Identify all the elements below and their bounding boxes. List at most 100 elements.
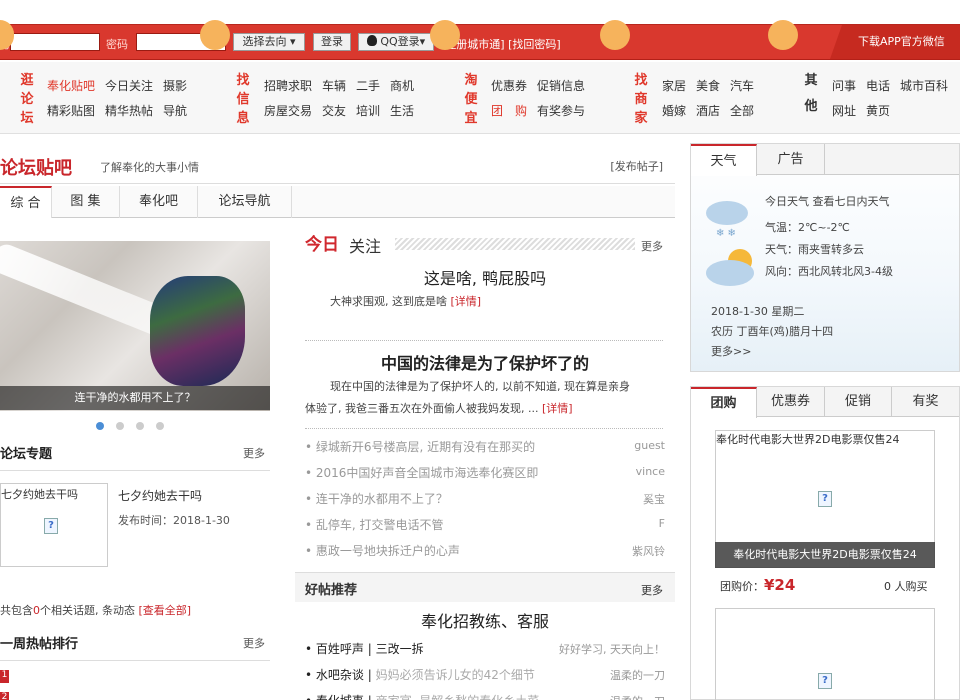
- topic-thumbnail[interactable]: 七夕约她去干吗 ?: [0, 483, 108, 567]
- details-link[interactable]: [详情]: [451, 295, 482, 308]
- category-icon: [768, 20, 798, 50]
- category-link[interactable]: 生活: [390, 102, 414, 119]
- slider-dot[interactable]: [116, 422, 124, 430]
- category-link[interactable]: 精华热帖: [105, 102, 153, 119]
- groupbuy-price: 团购价：¥24: [720, 576, 796, 594]
- category-link[interactable]: 今日关注: [105, 77, 153, 94]
- today-more-link[interactable]: 更多: [641, 238, 663, 254]
- category-link[interactable]: 问事: [832, 77, 856, 94]
- category-title[interactable]: 信: [236, 91, 250, 108]
- category-link[interactable]: 奉化贴吧: [47, 77, 95, 94]
- list-item-author: 好好学习, 天天向上！: [559, 643, 665, 656]
- broken-image-icon: ?: [44, 518, 58, 534]
- list-item-author: F: [658, 517, 665, 530]
- category-link[interactable]: 黄页: [866, 102, 890, 119]
- category-title[interactable]: 他: [804, 98, 818, 115]
- destination-select[interactable]: 选择去向 ▾: [233, 33, 305, 51]
- category-link[interactable]: 二手: [356, 77, 380, 94]
- slider-dot[interactable]: [136, 422, 144, 430]
- list-item[interactable]: • 连干净的水都用不上了？: [305, 490, 448, 507]
- category-link[interactable]: 酒店: [696, 102, 720, 119]
- category-link[interactable]: 全部: [730, 102, 754, 119]
- list-item-author: vince: [635, 465, 665, 478]
- category-title[interactable]: 坛: [20, 110, 34, 127]
- topics-more-link[interactable]: 更多: [243, 445, 265, 461]
- view-all-link[interactable]: [查看全部]: [139, 604, 192, 617]
- category-link[interactable]: 婚嫁: [662, 102, 686, 119]
- category-title[interactable]: 息: [236, 110, 250, 127]
- weekly-more-link[interactable]: 更多: [243, 635, 265, 651]
- list-item[interactable]: • 奉化城事 | 商家宴, 是解乡愁的奉化乡土菜: [305, 692, 539, 700]
- weather-line-1[interactable]: 今日天气 查看七日内天气: [765, 193, 890, 209]
- category-link[interactable]: 电话: [866, 77, 890, 94]
- category-title[interactable]: 逛: [20, 72, 34, 89]
- list-item[interactable]: • 水吧杂谈 | 妈妈必须告诉儿女的42个细节: [305, 666, 535, 683]
- category-link[interactable]: 促销信息: [537, 77, 585, 94]
- category-link[interactable]: 汽车: [730, 77, 754, 94]
- category-link[interactable]: 美食: [696, 77, 720, 94]
- category-link[interactable]: 城市百科: [900, 77, 948, 94]
- download-app-banner[interactable]: 下载APP官方微信: [830, 25, 960, 59]
- login-button[interactable]: 登录: [313, 33, 351, 51]
- list-item[interactable]: • 绿城新开6号楼高层, 近期有没有在那买的: [305, 438, 535, 455]
- list-item[interactable]: • 2016中国好声音全国城市海选奉化赛区即: [305, 464, 538, 481]
- category-link[interactable]: 导航: [163, 102, 187, 119]
- tab-general[interactable]: 综 合: [0, 186, 52, 218]
- tab-groupbuy[interactable]: 团购: [691, 387, 757, 418]
- list-item[interactable]: • 乱停车, 打交警电话不管: [305, 516, 444, 533]
- tab-forum-nav[interactable]: 论坛导航: [198, 186, 292, 218]
- good-headline[interactable]: 奉化招教练、客服: [305, 608, 665, 632]
- category-title[interactable]: 淘: [464, 72, 478, 89]
- details-link[interactable]: [详情]: [542, 402, 573, 415]
- category-title[interactable]: 家: [634, 110, 648, 127]
- slider-dot[interactable]: [156, 422, 164, 430]
- headline-2-line2: 体验了, 我爸三番五次在外面偷人被我妈发现, ... [详情]: [305, 402, 573, 415]
- category-title[interactable]: 商: [634, 91, 648, 108]
- category-link[interactable]: 团 购: [491, 102, 527, 119]
- good-posts-more[interactable]: 更多: [641, 582, 663, 598]
- rank-badge: 1: [0, 670, 9, 683]
- category-link[interactable]: 商机: [390, 77, 414, 94]
- tab-coupons[interactable]: 优惠券: [757, 387, 825, 417]
- category-link[interactable]: 车辆: [322, 77, 346, 94]
- tab-fenghua-bar[interactable]: 奉化吧: [120, 186, 198, 218]
- list-item[interactable]: • 百姓呼声 | 三改一拆: [305, 640, 424, 657]
- category-link[interactable]: 招聘求职: [264, 77, 312, 94]
- slider-dot[interactable]: [96, 422, 104, 430]
- headline-2[interactable]: 中国的法律是为了保护坏了的: [305, 350, 665, 374]
- category-title[interactable]: 找: [236, 72, 250, 89]
- category-link[interactable]: 有奖参与: [537, 102, 585, 119]
- headline-1[interactable]: 这是啥, 鸭屁股吗: [305, 265, 665, 289]
- category-title[interactable]: 论: [20, 91, 34, 108]
- category-link[interactable]: 家居: [662, 77, 686, 94]
- tab-prizes[interactable]: 有奖: [892, 387, 959, 417]
- category-title[interactable]: 其: [804, 72, 818, 89]
- category-link[interactable]: 网址: [832, 102, 856, 119]
- category-link[interactable]: 优惠券: [491, 77, 527, 94]
- weather-more-link[interactable]: 更多>>: [711, 343, 751, 359]
- tab-promotions[interactable]: 促销: [825, 387, 892, 417]
- list-item-author: 温柔的一刀: [610, 669, 665, 682]
- category-link[interactable]: 摄影: [163, 77, 187, 94]
- weather-wind: 风向：西北风转北风3-4级: [765, 265, 893, 278]
- qq-login-button[interactable]: QQ登录▾: [358, 33, 434, 51]
- tab-ads[interactable]: 广告: [757, 144, 825, 175]
- groupbuy-caption[interactable]: 奉化时代电影大世界2D电影票仅售24: [715, 542, 935, 568]
- tab-weather[interactable]: 天气: [691, 144, 757, 176]
- groupbuy-item-image[interactable]: ?: [715, 608, 935, 700]
- username-input[interactable]: [10, 33, 100, 51]
- category-title[interactable]: 便: [464, 91, 478, 108]
- list-item[interactable]: • 惠政一号地块拆迁户的心声: [305, 542, 460, 559]
- category-link[interactable]: 培训: [356, 102, 380, 119]
- category-link[interactable]: 精彩贴图: [47, 102, 95, 119]
- category-title[interactable]: 找: [634, 72, 648, 89]
- post-thread-link[interactable]: [发布帖子]: [610, 158, 663, 174]
- category-title[interactable]: 宜: [464, 110, 478, 127]
- slide-caption[interactable]: 连干净的水都用不上了？: [0, 386, 270, 410]
- weather-temperature: 气温：2℃~-2℃: [765, 221, 850, 234]
- topic-item-title[interactable]: 七夕约她去干吗: [118, 487, 202, 504]
- category-link[interactable]: 交友: [322, 102, 346, 119]
- today-logo: 今日: [305, 235, 339, 255]
- category-link[interactable]: 房屋交易: [264, 102, 312, 119]
- tab-gallery[interactable]: 图 集: [52, 186, 120, 218]
